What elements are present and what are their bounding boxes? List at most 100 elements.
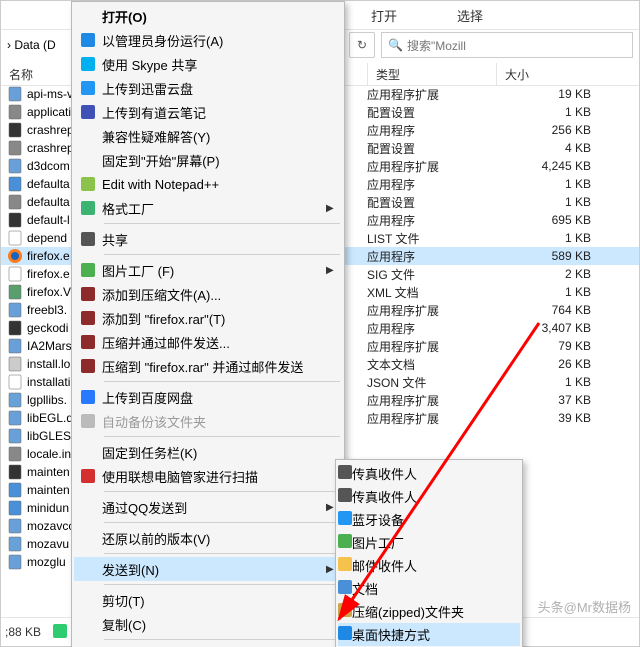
menu-item[interactable]: 上传到有道云笔记 [74,100,342,124]
file-icon [7,230,23,246]
submenu-item[interactable]: 邮件收件人 [338,554,520,577]
sendto-submenu: 传真收件人 传真收件人 蓝牙设备 图片工厂 邮件收件人 文档 压缩(zipped… [335,459,523,647]
xunlei-icon [74,81,102,95]
rar-icon [74,335,102,349]
menu-item[interactable]: 添加到 "firefox.rar"(T) [74,306,342,330]
file-type: SIG 文件 [359,266,487,283]
file-type: 应用程序 [359,176,487,193]
submenu-item[interactable]: 桌面快捷方式 [338,623,520,646]
file-icon [7,320,23,336]
context-menu: 打开(O) 以管理员身份运行(A) 使用 Skype 共享 上传到迅雷云盘 上传… [71,1,345,647]
menu-item-label: 还原以前的版本(V) [102,529,326,548]
file-icon [7,284,23,300]
file-icon [7,212,23,228]
file-size: 79 KB [487,339,639,353]
menu-item-label: 通过QQ发送到 [102,498,326,517]
submenu-item-label: 图片工厂 [352,533,404,552]
menu-item[interactable]: 共享 [74,227,342,251]
menu-item[interactable]: 打开(O) [74,4,342,28]
submenu-item[interactable]: 传真收件人 [338,485,520,508]
file-type: 配置设置 [359,104,487,121]
menu-item[interactable]: 压缩并通过邮件发送... [74,330,342,354]
file-type: 应用程序 [359,212,487,229]
file-type: 应用程序 [359,122,487,139]
file-type: 文本文档 [359,356,487,373]
file-icon [7,464,23,480]
mail-icon [338,557,352,574]
submenu-item-label: 传真收件人 [352,487,417,506]
menu-item[interactable]: 还原以前的版本(V) [74,526,342,550]
file-type: 应用程序扩展 [359,86,487,103]
file-icon [7,140,23,156]
menu-item[interactable]: 上传到百度网盘 [74,385,342,409]
search-input[interactable]: 🔍 搜索"Mozill [381,32,633,58]
menu-item[interactable]: 发送到(N) ▶ [74,557,342,581]
pic-icon [74,263,102,277]
file-size: 26 KB [487,357,639,371]
submenu-item[interactable]: 文档 [338,577,520,600]
menu-item[interactable]: 压缩到 "firefox.rar" 并通过邮件发送 [74,354,342,378]
rar-icon [74,287,102,301]
menu-item-label: 固定到任务栏(K) [102,443,326,462]
menu-item-label: 格式工厂 [102,199,326,218]
file-size: 2 KB [487,267,639,281]
file-size: 3,407 KB [487,321,639,335]
file-icon [7,500,23,516]
file-size: 695 KB [487,213,639,227]
menu-item[interactable]: 创建快捷方式(S) [74,643,342,647]
submenu-item[interactable]: 图片工厂 [338,531,520,554]
file-icon [7,536,23,552]
status-size: ;88 KB [5,625,41,639]
menu-item-label: 自动备份该文件夹 [102,412,326,431]
menu-item-label: 压缩到 "firefox.rar" 并通过邮件发送 [102,357,326,376]
menu-item[interactable]: 固定到任务栏(K) [74,440,342,464]
ff-green-icon [74,201,102,215]
file-type: XML 文档 [359,284,487,301]
header-type[interactable]: 类型 [368,63,497,85]
menu-item[interactable]: 通过QQ发送到 ▶ [74,495,342,519]
tab-open[interactable]: 打开 [341,6,427,25]
desk-icon [338,626,352,643]
search-icon: 🔍 [388,38,403,52]
menu-item[interactable]: 固定到"开始"屏幕(P) [74,148,342,172]
menu-item[interactable]: 兼容性疑难解答(Y) [74,124,342,148]
file-type: LIST 文件 [359,230,487,247]
refresh-button[interactable]: ↻ [349,32,375,58]
submenu-item-label: 压缩(zipped)文件夹 [352,602,464,621]
menu-item[interactable]: 上传到迅雷云盘 [74,76,342,100]
rar-icon [74,359,102,373]
menu-item[interactable]: 以管理员身份运行(A) [74,28,342,52]
menu-item[interactable]: 剪切(T) [74,588,342,612]
submenu-arrow-icon: ▶ [326,265,342,276]
submenu-item-label: 传真收件人 [352,464,417,483]
file-type: 配置设置 [359,140,487,157]
submenu-item[interactable]: 传真收件人 [338,462,520,485]
file-icon [7,194,23,210]
file-icon [7,446,23,462]
menu-item-label: 使用 Skype 共享 [102,55,326,74]
menu-item-label: 剪切(T) [102,591,326,610]
menu-item[interactable]: Edit with Notepad++ [74,172,342,196]
header-size[interactable]: 大小 [497,63,639,85]
menu-item[interactable]: 格式工厂 ▶ [74,196,342,220]
file-size: 1 KB [487,375,639,389]
menu-item-label: 打开(O) [102,7,326,26]
menu-item[interactable]: 添加到压缩文件(A)... [74,282,342,306]
doc-icon [338,580,352,597]
menu-item-label: 发送到(N) [102,560,326,579]
file-size: 1 KB [487,195,639,209]
menu-item-label: 压缩并通过邮件发送... [102,333,326,352]
file-size: 19 KB [487,87,639,101]
submenu-item[interactable]: 压缩(zipped)文件夹 [338,600,520,623]
file-size: 4 KB [487,141,639,155]
submenu-item[interactable]: 蓝牙设备 [338,508,520,531]
baidu-gray-icon [74,414,102,428]
tab-select[interactable]: 选择 [427,6,513,25]
menu-item[interactable]: 图片工厂 (F) ▶ [74,258,342,282]
breadcrumb[interactable]: › Data (D [7,38,67,52]
menu-item[interactable]: 使用 Skype 共享 [74,52,342,76]
menu-item[interactable]: 使用联想电脑管家进行扫描 [74,464,342,488]
menu-item-label: 使用联想电脑管家进行扫描 [102,467,326,486]
fax-icon [338,488,352,505]
menu-item[interactable]: 复制(C) [74,612,342,636]
